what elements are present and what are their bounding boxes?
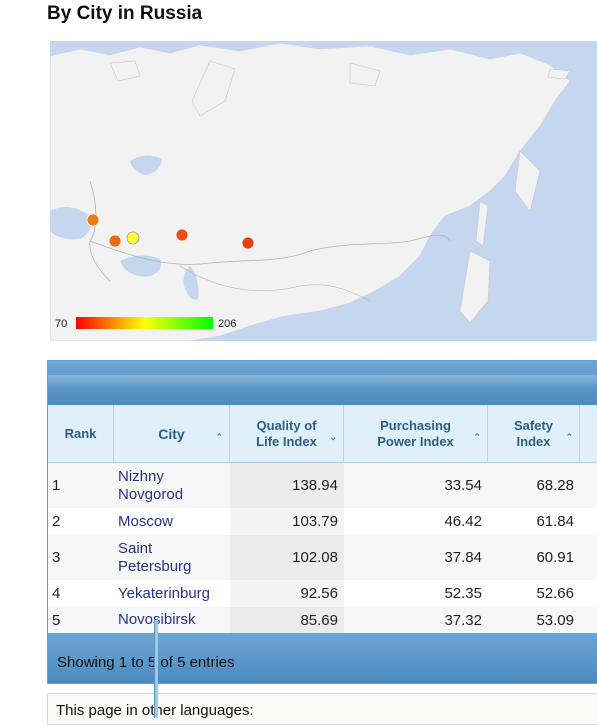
- table-row: 4 Yekaterinburg 92.56 52.35 52.66: [48, 580, 597, 608]
- quality-cell: 85.69: [230, 607, 344, 633]
- purchasing-cell: 37.32: [444, 611, 482, 629]
- safety-cell: 60.91: [536, 549, 574, 566]
- city-link[interactable]: Nizhny Novgorod: [118, 463, 228, 508]
- section-title: By City in Russia: [47, 3, 203, 24]
- table-footer-bar: Showing 1 to 5 of 5 entries: [48, 633, 597, 683]
- purchasing-cell: 33.54: [444, 477, 482, 494]
- column-header-rank[interactable]: Rank: [48, 405, 114, 462]
- column-header-quality-of-life[interactable]: Quality of Life Index ⌄: [230, 405, 344, 462]
- other-languages-box: This page in other languages:: [47, 693, 597, 725]
- purchasing-cell: 46.42: [444, 513, 482, 530]
- city-link[interactable]: Saint Petersburg: [118, 535, 228, 580]
- text-cursor-icon: [154, 620, 158, 718]
- table-info-text: Showing 1 to 5 of 5 entries: [57, 654, 235, 671]
- safety-cell: 52.66: [536, 585, 574, 602]
- table-row: 1 Nizhny Novgorod 138.94 33.54 68.28: [48, 463, 597, 509]
- rank-cell: 5: [52, 611, 61, 629]
- marker-moscow: [108, 234, 122, 248]
- quality-cell: 103.79: [230, 508, 344, 535]
- table-header: Rank City ⌃ Quality of Life Index ⌄ Purcha…: [48, 405, 597, 463]
- geo-map[interactable]: 70 206: [50, 41, 597, 341]
- sort-icon: ⌃: [473, 432, 481, 442]
- rank-cell: 3: [52, 549, 61, 566]
- quality-cell: 138.94: [230, 463, 344, 508]
- table-row: 2 Moscow 103.79 46.42 61.84: [48, 508, 597, 536]
- quality-cell: 92.56: [230, 580, 344, 607]
- safety-cell: 61.84: [536, 513, 574, 530]
- table-top-bar: [48, 361, 597, 405]
- rank-cell: 4: [52, 585, 61, 602]
- city-ranking-table: Rank City ⌃ Quality of Life Index ⌄ Purcha…: [47, 360, 597, 684]
- sort-desc-icon: ⌄: [329, 432, 337, 442]
- city-link[interactable]: Novosibirsk: [118, 607, 228, 633]
- legend-gradient-bar: [76, 317, 213, 329]
- sort-icon: ⌃: [215, 432, 223, 442]
- marker-yekaterinburg: [175, 228, 189, 242]
- city-link[interactable]: Moscow: [118, 508, 228, 535]
- purchasing-cell: 52.35: [444, 585, 482, 602]
- rank-cell: 2: [52, 513, 61, 530]
- marker-nizhny-novgorod: [126, 231, 140, 245]
- column-header-city[interactable]: City ⌃: [114, 405, 230, 462]
- legend-max-label: 206: [218, 318, 236, 330]
- quality-cell: 102.08: [230, 535, 344, 580]
- table-row: 5 Novosibirsk 85.69 37.32 53.09: [48, 607, 597, 633]
- column-header-purchasing-power[interactable]: Purchasing Power Index ⌃: [344, 405, 488, 462]
- safety-cell: 68.28: [536, 477, 574, 494]
- marker-novosibirsk: [241, 236, 255, 250]
- safety-cell: 53.09: [536, 611, 574, 629]
- table-row: 3 Saint Petersburg 102.08 37.84 60.91: [48, 535, 597, 581]
- marker-saint-petersburg: [86, 213, 100, 227]
- legend-min-label: 70: [55, 318, 67, 330]
- purchasing-cell: 37.84: [444, 549, 482, 566]
- column-header-safety[interactable]: Safety Index ⌃: [488, 405, 580, 462]
- city-link[interactable]: Yekaterinburg: [118, 580, 228, 607]
- sort-icon: ⌃: [565, 432, 573, 442]
- rank-cell: 1: [52, 477, 61, 494]
